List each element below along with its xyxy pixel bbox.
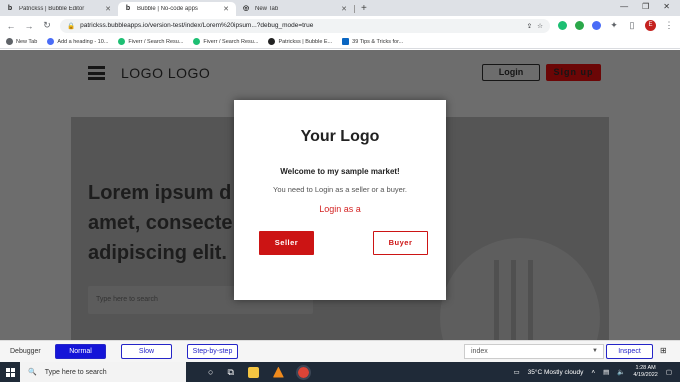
login-required-modal: Your Logo Welcome to my sample market! Y… [234,100,446,300]
task-view-icon[interactable]: ⧉ [227,367,233,378]
search-icon: 🔍 [28,369,37,376]
bookmark-item[interactable]: Fiverr / Search Resu... [118,38,183,45]
fiverr-icon [118,38,126,45]
extension-icon[interactable] [592,21,601,30]
system-tray: ▭ 35°C Mostly cloudy ˄ ▤ 🔈 1:28 AM 4/19/… [513,365,680,379]
bookmark-item[interactable]: Fiverr / Search Resu... [193,38,258,45]
chrome-globe-icon: ◎ [242,5,250,12]
extension-icon[interactable] [575,21,584,30]
network-icon[interactable]: ▤ [603,368,609,376]
kebab-menu-icon[interactable]: ⋮ [664,20,674,31]
volume-icon[interactable]: 🔈 [617,368,625,376]
hamburger-menu-icon[interactable] [88,66,105,80]
debug-inspect-button[interactable]: Inspect [606,344,653,359]
clock-date: 4/19/2022 [633,372,658,378]
debug-select-value: index [471,348,488,355]
file-explorer-icon[interactable] [247,366,259,378]
lock-icon[interactable]: 🔒 [67,22,75,30]
debug-step-button[interactable]: Step-by-step [187,344,238,359]
new-tab-button[interactable]: + [355,2,373,16]
cortana-icon[interactable]: ○ [208,367,213,377]
taskbar-apps: ○ ⧉ [208,364,311,380]
globe-icon [6,38,13,45]
bookmark-label: Fiverr / Search Resu... [128,38,184,45]
close-tab-icon[interactable]: ✕ [340,5,348,13]
weather-text[interactable]: 35°C Mostly cloudy [528,369,584,376]
debug-slow-button[interactable]: Slow [121,344,172,359]
address-bar-row: ← → ↻ 🔒 patrickss.bubbleapps.io/version-… [0,16,680,35]
maximize-icon[interactable]: ❐ [642,2,649,11]
reload-icon[interactable]: ↻ [42,20,52,31]
weather-icon[interactable]: ▭ [513,368,519,376]
browser-tab[interactable]: ◎ New Tab ✕ [236,2,354,16]
start-button[interactable] [0,362,20,382]
login-as-link[interactable]: Login as a [234,204,446,214]
debugger-label: Debugger [10,348,41,355]
bookmark-label: Patrickss | Bubble E... [278,38,333,45]
bookmark-item[interactable]: Add a heading - 10... [47,38,108,45]
back-icon[interactable]: ← [6,21,16,31]
debug-normal-button[interactable]: Normal [55,344,106,359]
bookmark-item[interactable]: New Tab [6,38,37,45]
close-tab-icon[interactable]: ✕ [104,5,112,13]
browser-tab[interactable]: b Patrickss | Bubble Editor ✕ [0,2,118,16]
bookmark-label: 39 Tips & Tricks for... [352,38,404,45]
tab-title: New Tab [255,6,279,12]
header-signup-button[interactable]: Sign up [546,64,601,81]
linkedin-icon [342,38,350,45]
bookmark-star-icon[interactable]: ☆ [537,22,543,30]
side-panel-icon[interactable]: ▯ [627,20,637,31]
windows-logo-icon [5,367,15,377]
hero-decoration-stripes [494,260,554,340]
omnibox[interactable]: 🔒 patrickss.bubbleapps.io/version-test/i… [60,18,550,33]
debug-element-select[interactable]: index ▼ [464,344,604,359]
bookmark-label: Fiverr / Search Resu... [203,38,259,45]
modal-welcome-text: Welcome to my sample market! [280,167,400,176]
buyer-button[interactable]: Buyer [373,231,428,255]
bookmark-label: New Tab [16,38,38,45]
debug-grid-icon[interactable]: ⊞ [660,346,667,355]
tray-chevron-icon[interactable]: ˄ [591,369,595,376]
windows-taskbar: 🔍 Type here to search ○ ⧉ ▭ 35°C Mostly … [0,362,680,382]
profile-avatar[interactable]: E [645,20,656,31]
bookmark-item[interactable]: 39 Tips & Tricks for... [342,38,403,45]
vlc-icon[interactable] [272,366,284,378]
grammarly-extension-icon[interactable] [558,21,567,30]
clock[interactable]: 1:28 AM 4/19/2022 [633,365,657,379]
forward-icon[interactable]: → [24,21,34,31]
chrome-icon[interactable] [295,364,311,380]
notification-icon[interactable]: ▢ [666,368,672,376]
bookmark-item[interactable]: Patrickss | Bubble E... [268,38,332,45]
browser-tab-active[interactable]: b Bubble | No-code apps ✕ [118,2,236,16]
bubble-debugger-bar: Debugger Normal Slow Step-by-step index … [0,340,680,362]
tab-title: Patrickss | Bubble Editor [19,6,85,12]
puzzle-extensions-icon[interactable]: ✦ [609,20,619,31]
chevron-down-icon: ▼ [592,348,598,354]
close-window-icon[interactable]: ✕ [663,2,670,11]
taskbar-search-input[interactable]: 🔍 Type here to search [20,362,186,382]
url-text[interactable]: patrickss.bubbleapps.io/version-test/ind… [80,22,522,29]
share-icon[interactable]: ⇪ [527,22,532,30]
taskbar-search-placeholder: Type here to search [44,368,107,376]
fiverr-icon [193,38,201,45]
canva-icon [47,38,55,45]
modal-logo: Your Logo [300,128,380,145]
minimize-icon[interactable]: — [620,2,628,11]
bubble-favicon-icon: b [7,5,13,12]
bubble-favicon-icon [268,38,276,45]
site-logo[interactable]: LOGO LOGO [121,65,210,81]
bubble-favicon-icon: b [125,5,131,12]
clock-time: 1:28 AM [635,365,656,371]
window-controls: — ❐ ✕ [620,2,670,11]
close-tab-icon[interactable]: ✕ [222,5,230,13]
tab-title: Bubble | No-code apps [137,6,198,12]
seller-button[interactable]: Seller [259,231,314,255]
bookmarks-bar: New Tab Add a heading - 10... Fiverr / S… [0,35,680,49]
modal-instruction-text: You need to Login as a seller or a buyer… [273,185,407,194]
header-login-button[interactable]: Login [482,64,540,81]
bookmark-label: Add a heading - 10... [57,38,109,45]
browser-tab-bar: b Patrickss | Bubble Editor ✕ b Bubble |… [0,0,680,16]
